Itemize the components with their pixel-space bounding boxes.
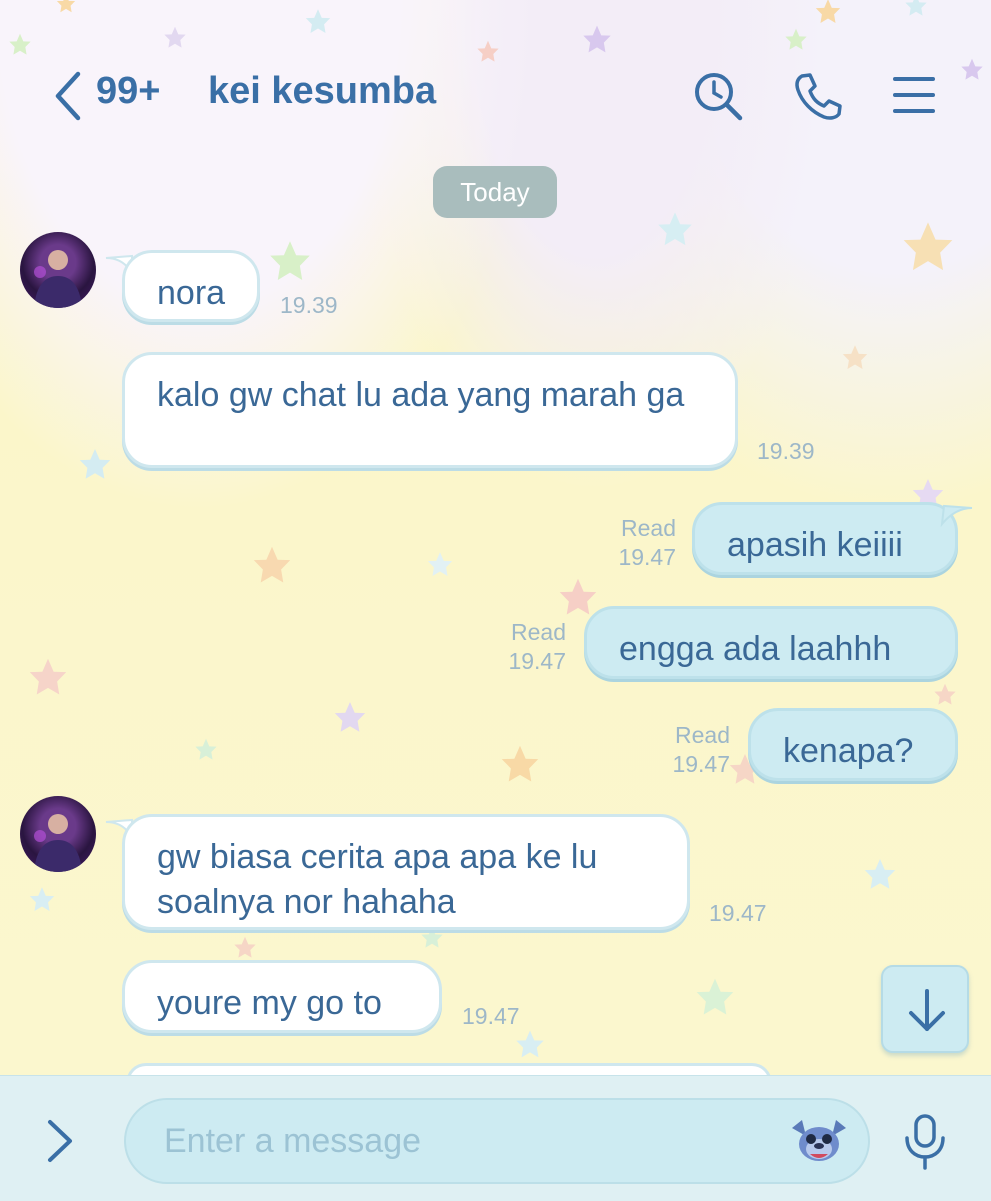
message-input[interactable]: Enter a message — [124, 1098, 870, 1184]
avatar[interactable] — [20, 232, 96, 308]
message-time: 19.47 — [618, 544, 676, 570]
message-time: 19.47 — [508, 648, 566, 674]
contact-photo — [34, 250, 82, 308]
unread-count[interactable]: 99+ — [96, 70, 160, 113]
chat-header: 99+ kei kesumba — [0, 0, 991, 140]
message-time: 19.39 — [757, 438, 815, 464]
message-bubble[interactable]: youre my go to — [122, 960, 442, 1033]
avatar[interactable] — [20, 796, 96, 872]
chevron-left-icon — [55, 71, 81, 121]
message-text: kenapa? — [783, 732, 914, 770]
arrow-down-icon — [909, 989, 945, 1031]
message-time: 19.39 — [280, 292, 338, 318]
message-time: 19.47 — [709, 900, 767, 926]
message-bubble[interactable]: gw biasa cerita apa apa ke lu soalnya no… — [122, 814, 690, 930]
message-time: 19.47 — [462, 1003, 520, 1029]
message-text: engga ada laahhh — [619, 630, 892, 668]
message-text: gw biasa cerita apa apa ke lu soalnya no… — [157, 838, 598, 921]
message-text: kalo gw chat lu ada yang marah ga — [157, 376, 685, 414]
read-receipt: Read 19.47 — [496, 618, 566, 676]
message-text: youre my go to — [157, 984, 382, 1022]
message-bubble[interactable]: kalo gw chat lu ada yang marah ga — [122, 352, 738, 468]
bubble-tail — [940, 504, 973, 528]
chevron-right-icon — [48, 1120, 72, 1162]
microphone-icon — [905, 1114, 945, 1170]
expand-button[interactable] — [40, 1116, 80, 1171]
message-input-placeholder: Enter a message — [164, 1122, 422, 1160]
date-separator: Today — [433, 166, 557, 218]
message-bubble[interactable]: kenapa? — [748, 708, 958, 781]
read-status: Read — [675, 722, 730, 748]
message-bubble[interactable]: apasih keiiii — [692, 502, 958, 575]
read-status: Read — [511, 619, 566, 645]
menu-icon — [893, 77, 935, 113]
menu-button[interactable] — [890, 70, 942, 122]
read-status: Read — [621, 515, 676, 541]
composer-bar: Enter a message — [0, 1075, 991, 1201]
history-search-button[interactable] — [692, 70, 744, 122]
stitch-sticker-icon — [792, 1120, 846, 1161]
read-receipt: Read 19.47 — [660, 721, 730, 779]
contact-photo — [34, 814, 82, 872]
scroll-to-bottom-button[interactable] — [881, 965, 969, 1053]
message-time: 19.47 — [672, 751, 730, 777]
sticker-button[interactable] — [788, 1110, 850, 1172]
phone-icon — [795, 73, 842, 120]
contact-name[interactable]: kei kesumba — [208, 70, 436, 113]
message-bubble[interactable]: nora — [122, 250, 260, 322]
back-button[interactable] — [48, 66, 88, 126]
message-text: apasih keiiii — [727, 526, 903, 564]
message-bubble[interactable]: engga ada laahhh — [584, 606, 958, 679]
voice-button[interactable] — [898, 1114, 954, 1179]
message-text: nora — [157, 274, 226, 312]
history-search-icon — [695, 73, 743, 121]
call-button[interactable] — [792, 70, 844, 122]
read-receipt: Read 19.47 — [606, 514, 676, 572]
